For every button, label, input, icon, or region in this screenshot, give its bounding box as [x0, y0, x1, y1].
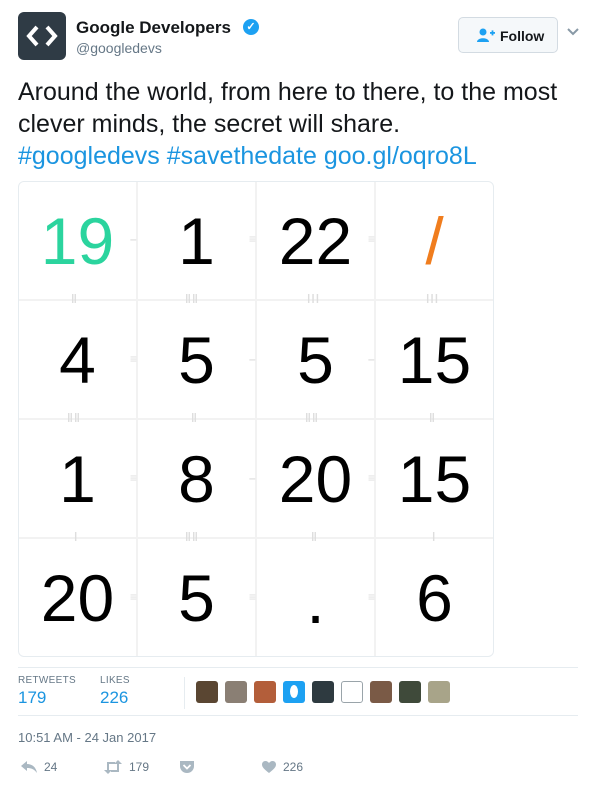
retweet-icon [104, 760, 122, 774]
tally-mark: ǁǁ [67, 411, 81, 425]
retweet-button[interactable]: 179 [103, 760, 149, 774]
liker-avatar[interactable] [341, 681, 363, 703]
url-link[interactable]: goo.gl/oqro8L [324, 142, 477, 170]
verified-badge-icon: ✓ [243, 19, 259, 35]
account-avatar[interactable] [18, 12, 66, 60]
tally-mark: – [249, 352, 257, 366]
grid-cell: 19 [19, 182, 136, 299]
like-count: 226 [283, 760, 304, 774]
likes-count[interactable]: 226 [100, 688, 128, 708]
grid-cell: / [376, 182, 493, 299]
tally-mark: ≡ [368, 232, 377, 246]
tweet-body: Around the world, from here to there, to… [18, 78, 558, 138]
liker-avatar[interactable] [225, 681, 247, 703]
grid-cell: 4 [19, 301, 136, 418]
tally-mark: ǁ [191, 411, 198, 425]
likes-label: LIKES [100, 675, 130, 686]
like-button[interactable]: 226 [261, 760, 303, 774]
liker-avatar[interactable] [196, 681, 218, 703]
tally-mark: ǁ [71, 292, 78, 306]
tally-mark: ǀǀǀ [307, 292, 321, 306]
follow-button[interactable]: Follow [458, 17, 558, 53]
hashtag-link[interactable]: #googledevs [18, 142, 160, 170]
tally-mark: ≡ [368, 590, 377, 604]
tally-mark: ≡ [130, 471, 139, 485]
stats-top-divider [18, 667, 578, 668]
tweet-image[interactable]: 19 1 22 / 4 5 5 15 1 8 20 15 20 5 . 6 – … [18, 181, 494, 657]
liker-avatar[interactable] [283, 681, 305, 703]
hashtag-link[interactable]: #savethedate [167, 142, 317, 170]
tally-mark: ≡ [368, 471, 377, 485]
tally-mark: ǁǁ [185, 292, 199, 306]
liker-avatar[interactable] [370, 681, 392, 703]
stats-bottom-divider [18, 715, 578, 716]
tally-mark: ǁ [311, 530, 318, 544]
grid-cell: 5 [138, 301, 255, 418]
reply-icon [21, 761, 37, 773]
tally-mark: – [130, 232, 138, 246]
retweets-count[interactable]: 179 [18, 688, 46, 708]
grid-cell: 15 [376, 420, 493, 537]
tally-mark: ≡ [249, 590, 258, 604]
grid-cell: 20 [257, 420, 374, 537]
grid-cell: 22 [257, 182, 374, 299]
account-handle[interactable]: @googledevs [76, 40, 162, 56]
liker-avatar[interactable] [312, 681, 334, 703]
liker-avatar[interactable] [254, 681, 276, 703]
retweet-count: 179 [129, 760, 150, 774]
pocket-icon [180, 761, 194, 773]
account-name[interactable]: Google Developers [76, 18, 231, 38]
google-developers-logo-icon [26, 25, 58, 47]
tally-mark: ǁǁ [185, 530, 199, 544]
tally-mark: – [249, 471, 257, 485]
reply-button[interactable]: 24 [20, 760, 57, 774]
tally-mark: ǁǁ [305, 411, 319, 425]
chevron-down-icon[interactable] [566, 27, 580, 37]
reply-count: 24 [44, 760, 58, 774]
liker-avatar[interactable] [428, 681, 450, 703]
tally-mark: ǁ [429, 411, 436, 425]
heart-icon [262, 761, 276, 773]
stats-separator [184, 677, 185, 709]
liker-avatar[interactable] [399, 681, 421, 703]
tweet-text: Around the world, from here to there, to… [18, 76, 578, 172]
retweets-label: RETWEETS [18, 675, 76, 686]
tally-mark: ǀǀǀ [426, 292, 440, 306]
follow-label: Follow [500, 28, 545, 44]
grid-cell: 20 [19, 539, 136, 656]
grid-cell: 6 [376, 539, 493, 656]
tweet-timestamp[interactable]: 10:51 AM - 24 Jan 2017 [18, 730, 156, 745]
tally-mark: ǀ [74, 530, 79, 544]
grid-cell: 8 [138, 420, 255, 537]
grid-cell: 1 [138, 182, 255, 299]
grid-cell: 5 [138, 539, 255, 656]
tally-mark: – [368, 352, 376, 366]
grid-cell: 5 [257, 301, 374, 418]
grid-cell: 1 [19, 420, 136, 537]
tally-mark: ≡ [130, 590, 139, 604]
add-user-icon [477, 28, 495, 42]
tally-mark: ≡ [130, 352, 139, 366]
tally-mark: ≡ [249, 232, 258, 246]
save-button[interactable] [179, 760, 201, 774]
grid-cell: . [257, 539, 374, 656]
grid-cell: 15 [376, 301, 493, 418]
tally-mark: ǀ [432, 530, 437, 544]
